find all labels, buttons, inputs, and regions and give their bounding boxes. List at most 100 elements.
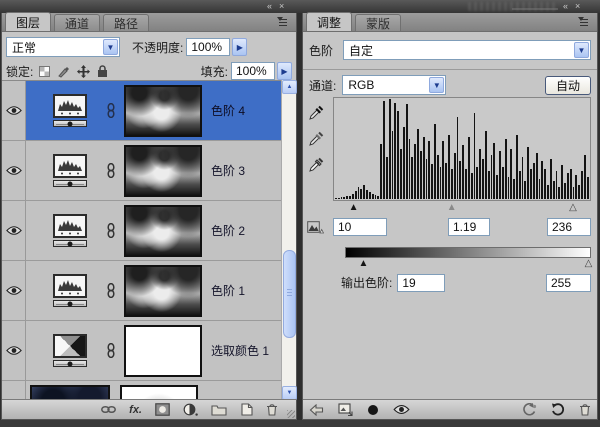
layer-thumbnail[interactable] xyxy=(30,385,110,401)
delete-layer-icon[interactable] xyxy=(266,402,278,418)
toggle-state-circle-icon[interactable] xyxy=(367,402,379,418)
scroll-down-icon[interactable]: ▼ xyxy=(282,386,297,400)
visibility-cell[interactable] xyxy=(2,321,26,380)
mask-link-icon[interactable] xyxy=(106,163,116,178)
visibility-cell[interactable] xyxy=(2,141,26,200)
mask-link-icon[interactable] xyxy=(106,343,116,358)
add-layer-mask-icon[interactable] xyxy=(155,402,170,418)
combo-arrow-icon[interactable]: ▼ xyxy=(429,77,444,93)
levels-preset-select[interactable]: 自定 ▼ xyxy=(343,40,591,60)
lock-pixels-brush-icon[interactable] xyxy=(57,65,70,78)
levels-preset-value: 自定 xyxy=(349,42,373,59)
opacity-spinner-icon[interactable]: ▶ xyxy=(232,38,247,56)
fill-spinner-icon[interactable]: ▶ xyxy=(277,62,292,80)
lock-all-icon[interactable] xyxy=(97,65,108,78)
mask-link-icon[interactable] xyxy=(106,103,116,118)
levels-adjustment-icon[interactable] xyxy=(50,274,90,307)
close-panel-icon[interactable]: × xyxy=(575,0,580,13)
close-panel-icon[interactable]: × xyxy=(279,0,284,13)
tab-channels[interactable]: 通道 xyxy=(54,14,100,31)
new-group-icon[interactable] xyxy=(211,402,227,418)
input-black-slider[interactable]: ▲ xyxy=(349,202,359,213)
collapse-panel-icon[interactable]: « xyxy=(563,0,568,13)
output-white-field[interactable]: 255 xyxy=(546,274,591,292)
lock-transparency-icon[interactable] xyxy=(39,66,50,77)
clip-to-layer-icon[interactable] xyxy=(338,402,353,418)
eye-icon[interactable] xyxy=(6,345,22,356)
input-black-field[interactable]: 10 xyxy=(333,218,387,236)
layer-mask-thumbnail[interactable] xyxy=(124,85,202,137)
link-layers-icon[interactable] xyxy=(101,402,116,418)
layer-row-levels-3[interactable]: 色阶 3 xyxy=(2,141,296,201)
visibility-cell[interactable] xyxy=(2,261,26,320)
layer-name[interactable]: 色阶 4 xyxy=(211,102,245,119)
layer-name[interactable]: 色阶 2 xyxy=(211,222,245,239)
channel-select[interactable]: RGB ▼ xyxy=(342,75,446,95)
levels-adjustment-icon[interactable] xyxy=(50,154,90,187)
combo-arrow-icon[interactable]: ▼ xyxy=(103,39,118,55)
panel-menu-icon[interactable] xyxy=(274,17,292,28)
layer-row-levels-4[interactable]: 色阶 4 xyxy=(2,81,296,141)
return-to-adjustment-list-icon[interactable] xyxy=(309,402,324,418)
panel-menu-icon[interactable] xyxy=(575,17,593,28)
lock-position-icon[interactable] xyxy=(77,65,90,78)
levels-histogram[interactable] xyxy=(333,97,591,201)
eye-icon[interactable] xyxy=(6,225,22,236)
tab-paths[interactable]: 路径 xyxy=(103,14,149,31)
levels-adjustment-icon[interactable] xyxy=(50,214,90,247)
layer-row-image[interactable] xyxy=(2,381,296,400)
visibility-cell[interactable] xyxy=(2,81,26,140)
eye-icon[interactable] xyxy=(6,165,22,176)
input-gamma-field[interactable]: 1.19 xyxy=(448,218,490,236)
layer-name[interactable]: 色阶 1 xyxy=(211,282,245,299)
eye-icon[interactable] xyxy=(6,285,22,296)
combo-arrow-icon[interactable]: ▼ xyxy=(574,42,589,58)
layer-row-levels-1[interactable]: 色阶 1 xyxy=(2,261,296,321)
layer-mask-thumbnail[interactable] xyxy=(124,145,202,197)
layers-scrollbar[interactable]: ▲ ▼ xyxy=(281,80,296,400)
input-gray-slider[interactable]: ▲ xyxy=(447,202,457,213)
layer-mask-thumbnail[interactable] xyxy=(120,385,198,401)
levels-adjustment-icon[interactable] xyxy=(50,94,90,127)
view-previous-state-icon[interactable] xyxy=(522,402,537,418)
black-point-eyedropper-icon[interactable] xyxy=(308,105,324,121)
layer-mask-thumbnail[interactable] xyxy=(124,265,202,317)
white-point-eyedropper-icon[interactable] xyxy=(308,157,324,173)
eye-icon[interactable] xyxy=(6,105,22,116)
layer-mask-thumbnail[interactable] xyxy=(124,205,202,257)
scroll-up-icon[interactable]: ▲ xyxy=(282,80,297,94)
toggle-visibility-eye-icon[interactable] xyxy=(393,402,410,418)
tab-layers[interactable]: 图层 xyxy=(5,12,51,31)
opacity-input[interactable]: 100% xyxy=(186,38,230,56)
visibility-cell[interactable] xyxy=(2,201,26,260)
collapse-panel-icon[interactable]: « xyxy=(267,0,272,13)
output-black-slider[interactable]: ▲ xyxy=(358,258,368,269)
tab-adjustments[interactable]: 调整 xyxy=(306,12,352,31)
tab-masks[interactable]: 蒙版 xyxy=(355,14,401,31)
output-white-slider[interactable]: △ xyxy=(585,258,593,269)
new-adjustment-layer-icon[interactable] xyxy=(183,402,198,418)
layer-name[interactable]: 选取颜色 1 xyxy=(211,342,269,359)
input-white-slider[interactable]: △ xyxy=(569,202,577,213)
panel-resize-grip[interactable] xyxy=(287,410,295,418)
fill-input[interactable]: 100% xyxy=(231,62,275,80)
mask-link-icon[interactable] xyxy=(106,223,116,238)
new-layer-icon[interactable] xyxy=(240,402,253,418)
mask-link-icon[interactable] xyxy=(106,283,116,298)
layer-style-icon[interactable]: fx. xyxy=(129,402,142,418)
auto-button[interactable]: 自动 xyxy=(545,76,591,95)
layer-mask-thumbnail[interactable] xyxy=(124,325,202,377)
layer-row-levels-2[interactable]: 色阶 2 xyxy=(2,201,296,261)
selective-color-adjustment-icon[interactable] xyxy=(50,334,90,367)
output-black-field[interactable]: 19 xyxy=(397,274,445,292)
delete-adjustment-icon[interactable] xyxy=(579,402,591,418)
reset-adjustment-icon[interactable] xyxy=(551,402,565,418)
scrollbar-thumb[interactable] xyxy=(283,250,296,338)
layer-row-selective-color-1[interactable]: 选取颜色 1 xyxy=(2,321,296,381)
visibility-cell[interactable] xyxy=(2,381,26,400)
channel-value: RGB xyxy=(348,78,374,92)
gray-point-eyedropper-icon[interactable] xyxy=(308,131,324,147)
input-white-field[interactable]: 236 xyxy=(547,218,591,236)
layer-name[interactable]: 色阶 3 xyxy=(211,162,245,179)
blend-mode-select[interactable]: 正常 ▼ xyxy=(6,37,120,57)
